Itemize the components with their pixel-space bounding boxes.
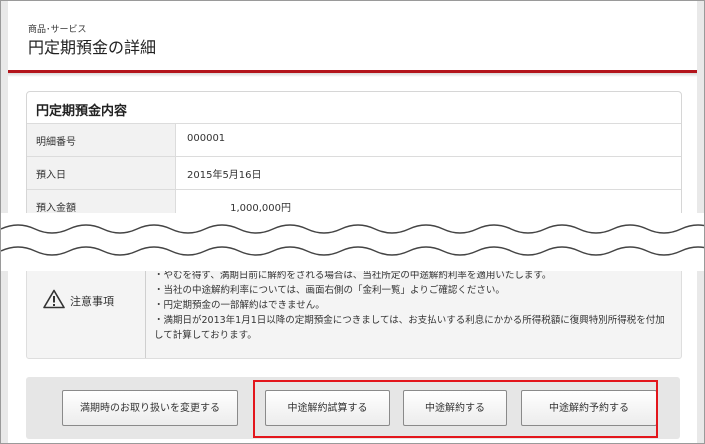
detail-row-number: 明細番号 000001 (27, 123, 681, 156)
deposit-details-panel: 円定期預金内容 明細番号 000001 預入日 2015年5月16日 預入金額 … (26, 91, 682, 233)
notice-item: ・円定期預金の一部解約はできません。 (154, 300, 325, 311)
page-header: 商品･サービス 円定期預金の詳細 (8, 1, 697, 71)
highlight-box (253, 380, 658, 438)
detail-row-deposit-date: 預入日 2015年5月16日 (27, 156, 681, 189)
notice-list: ・やむを得ず、満期日前に解約をされる場合は、当社所定の中途解約利率を適用いたしま… (154, 268, 674, 343)
wavy-break-icon (1, 224, 704, 256)
notice-box: 注意事項 ・やむを得ず、満期日前に解約をされる場合は、当社所定の中途解約利率を適… (26, 263, 682, 359)
header-rule-shadow (8, 73, 697, 77)
notice-label-cell: 注意事項 (27, 264, 146, 358)
row-label: 預入日 (36, 170, 66, 181)
row-value: 000001 (187, 133, 226, 144)
notice-item: ・満期日が2013年1月1日以降の定期預金につきましては、お支払いする利息にかか… (154, 315, 665, 341)
notice-item: ・当社の中途解約利率については、画面右側の「金利一覧」よりご確認ください。 (154, 285, 505, 296)
notice-title: 注意事項 (70, 295, 114, 308)
row-value: 2015年5月16日 (187, 170, 262, 181)
content-break-divider (1, 213, 704, 271)
page-title: 円定期預金の詳細 (28, 38, 157, 57)
panel-title: 円定期預金内容 (36, 104, 128, 119)
row-label: 明細番号 (36, 137, 76, 148)
browser-frame: 商品･サービス 円定期預金の詳細 円定期預金内容 明細番号 000001 預入日… (0, 0, 705, 444)
row-value: 1,000,000円 (230, 203, 291, 214)
change-maturity-handling-button[interactable]: 満期時のお取り扱いを変更する (62, 390, 238, 426)
warning-icon (43, 289, 65, 309)
